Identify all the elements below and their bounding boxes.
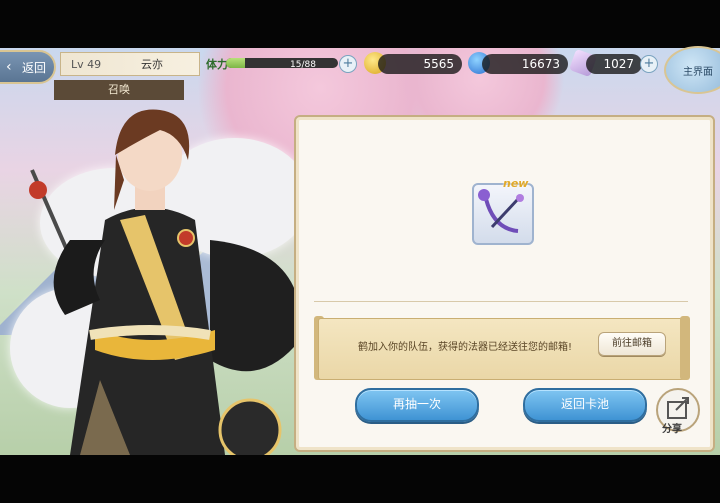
item-slot[interactable] bbox=[472, 183, 534, 245]
player-level: Lv 49 bbox=[71, 57, 102, 71]
character-illustration bbox=[10, 100, 310, 462]
stamina-label: 体力 bbox=[206, 58, 228, 71]
scroll-end-right bbox=[680, 316, 690, 380]
draw-again-button[interactable]: 再抽一次 bbox=[355, 388, 479, 422]
player-name: 云亦 bbox=[141, 58, 163, 71]
add-crystal-button[interactable]: + bbox=[640, 55, 658, 73]
player-info-plate: Lv 49 云亦 bbox=[60, 52, 200, 76]
chevron-left-icon: ‹ bbox=[6, 59, 12, 75]
emblem bbox=[177, 229, 195, 247]
main-world-label: 主界面 bbox=[683, 66, 713, 78]
go-to-mailbox-button[interactable]: 前往邮箱 bbox=[598, 332, 666, 356]
new-badge: new bbox=[503, 177, 529, 190]
stamina-fill bbox=[226, 58, 246, 68]
share-label: 分享 bbox=[662, 424, 682, 435]
return-to-pool-button[interactable]: 返回卡池 bbox=[523, 388, 647, 422]
coin-counter: 5565 bbox=[378, 54, 462, 74]
mode-tag: 召唤 bbox=[54, 80, 184, 100]
water-currency-value: 16673 bbox=[521, 57, 560, 71]
divider bbox=[314, 301, 688, 302]
letterbox-top bbox=[0, 0, 720, 48]
crystal-value: 1027 bbox=[603, 57, 634, 71]
instrument-icon bbox=[478, 189, 524, 233]
letterbox-bottom bbox=[0, 455, 720, 503]
crystal-counter: 1027 bbox=[586, 54, 642, 74]
shoulder-armor bbox=[218, 398, 282, 462]
stamina-value: 15/88 bbox=[290, 60, 316, 70]
add-stamina-button[interactable]: + bbox=[339, 55, 357, 73]
coin-value: 5565 bbox=[423, 57, 454, 71]
rope bbox=[89, 325, 211, 340]
bell-ornament bbox=[29, 181, 47, 199]
back-label: 返回 bbox=[21, 60, 46, 75]
sleeve bbox=[210, 240, 301, 372]
stamina-bar bbox=[226, 58, 338, 68]
notice-text: 鹤加入你的队伍，获得的法器已经送往您的邮箱! bbox=[358, 342, 573, 353]
water-currency-counter: 16673 bbox=[482, 54, 568, 74]
back-button[interactable]: ‹ 返回 bbox=[0, 50, 56, 84]
